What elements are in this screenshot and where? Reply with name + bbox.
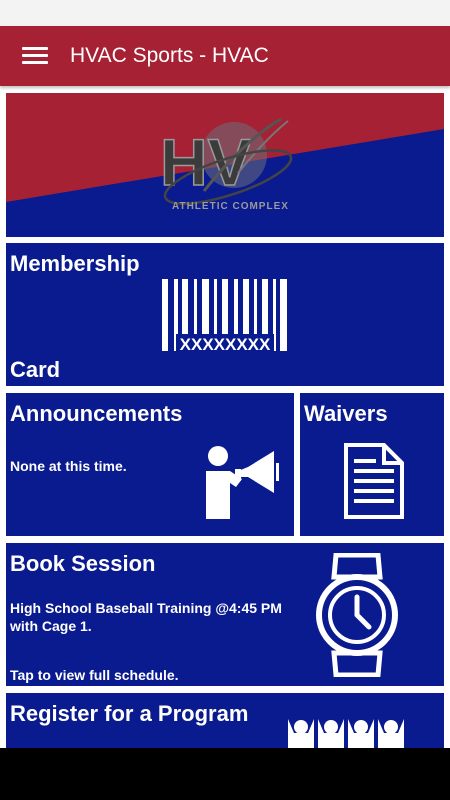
hamburger-menu-icon bbox=[22, 47, 48, 65]
announcements-text: None at this time. bbox=[10, 458, 127, 474]
banner: HV ATHLETIC COMPLEX bbox=[6, 93, 444, 237]
book-session-tile[interactable]: Book Session High School Baseball Traini… bbox=[6, 543, 444, 686]
waivers-title: Waivers bbox=[304, 401, 388, 426]
barcode-number: XXXXXXXX bbox=[180, 335, 271, 354]
membership-title: Membership bbox=[10, 251, 140, 276]
session-line2: with Cage 1. bbox=[10, 618, 92, 634]
app-bar: HVAC Sports - HVAC bbox=[0, 26, 450, 86]
session-line1: High School Baseball Training @4:45 PM bbox=[10, 600, 282, 616]
banner-graphic: HV ATHLETIC COMPLEX bbox=[6, 93, 444, 237]
barcode-icon: XXXXXXXX bbox=[160, 277, 290, 354]
book-session-title: Book Session bbox=[10, 551, 156, 576]
watch-icon bbox=[316, 553, 398, 677]
membership-card-tile[interactable]: Membership Card XXXXXXXX bbox=[6, 243, 444, 386]
register-title: Register for a Program bbox=[10, 701, 249, 726]
announcements-title: Announcements bbox=[10, 401, 183, 426]
navigation-bar bbox=[0, 748, 450, 800]
announcements-tile[interactable]: Announcements None at this time. bbox=[6, 393, 294, 536]
document-icon bbox=[344, 443, 404, 519]
register-program-tile[interactable]: Register for a Program bbox=[6, 693, 444, 753]
status-bar bbox=[0, 0, 450, 26]
membership-title-line2: Card bbox=[10, 357, 61, 382]
view-schedule-link[interactable]: Tap to view full schedule. bbox=[10, 666, 179, 684]
menu-button[interactable] bbox=[0, 26, 70, 86]
megaphone-icon bbox=[206, 446, 279, 519]
app-title: HVAC Sports - HVAC bbox=[70, 44, 269, 67]
logo-subtext: ATHLETIC COMPLEX bbox=[172, 201, 289, 212]
waivers-tile[interactable]: Waivers bbox=[300, 393, 444, 536]
